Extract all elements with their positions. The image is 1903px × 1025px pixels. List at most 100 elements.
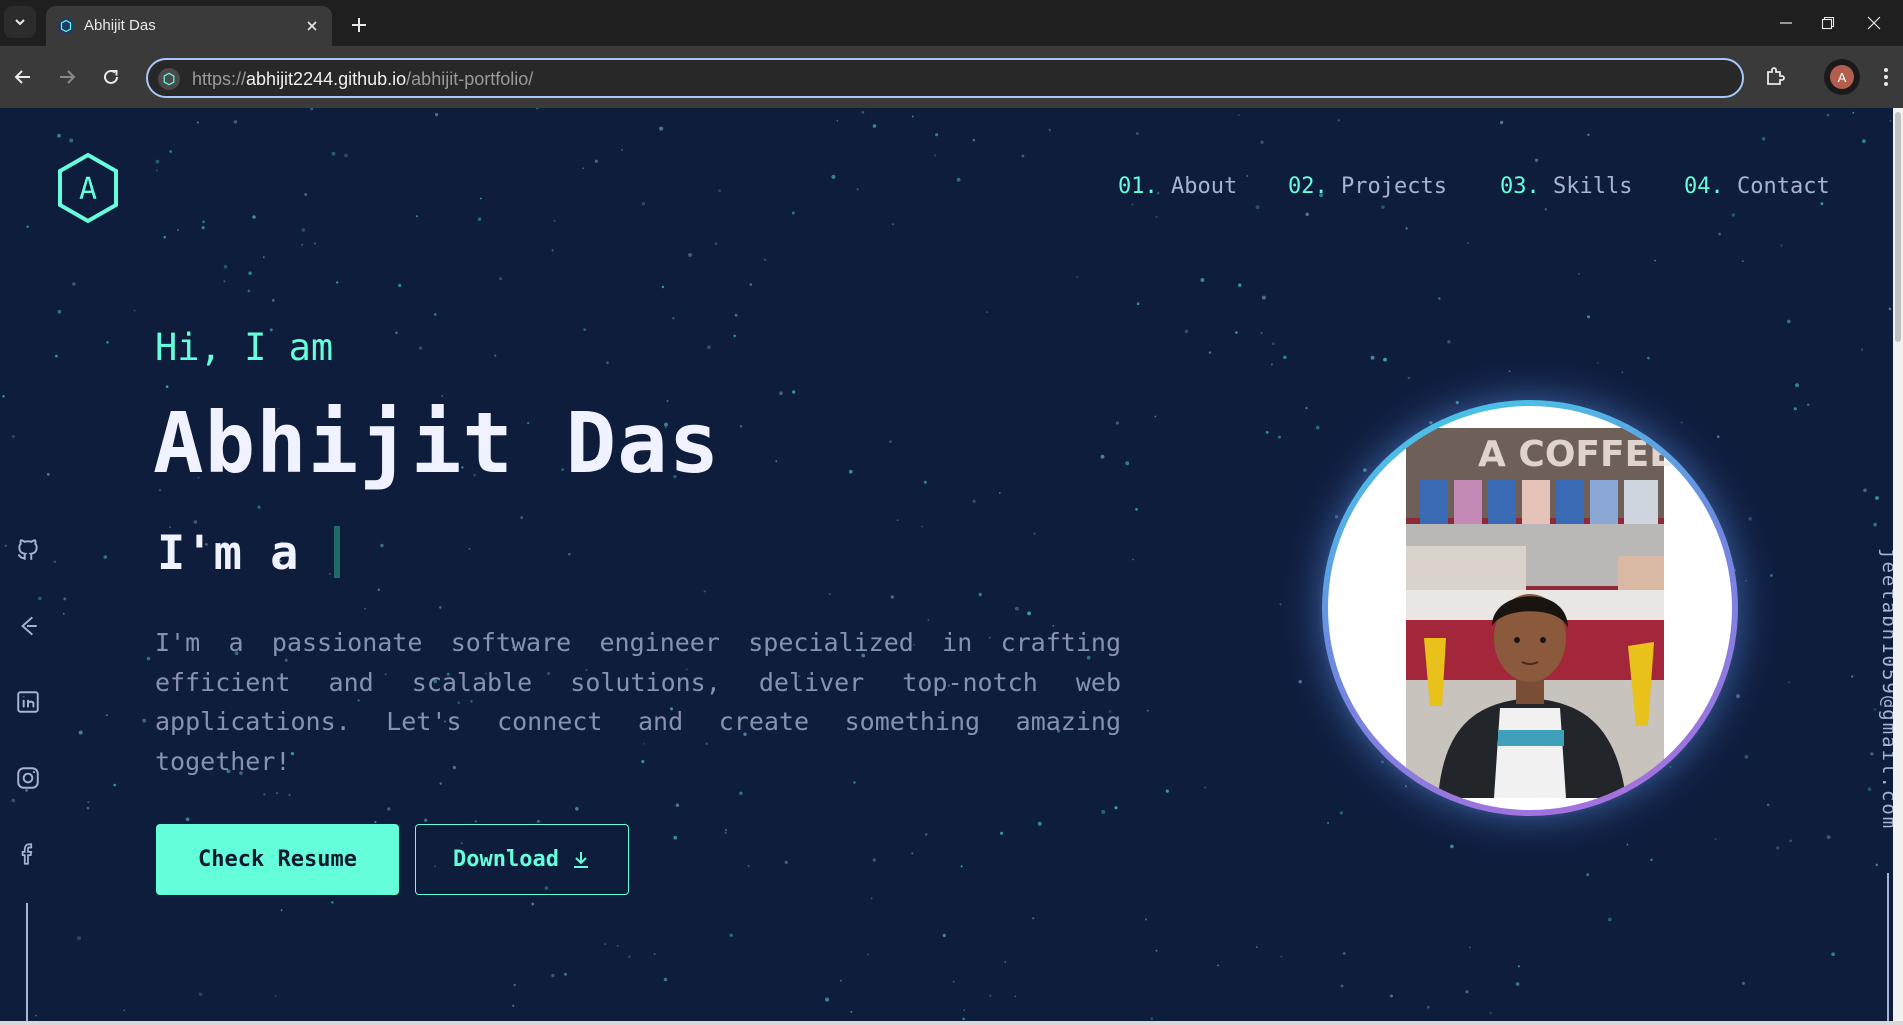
star-dot	[169, 150, 172, 153]
star-dot	[575, 807, 579, 811]
star-dot	[1515, 982, 1520, 986]
star-dot	[1246, 175, 1248, 177]
star-dot	[1874, 708, 1876, 711]
profile-photo-frame: A COFFEE	[1322, 400, 1738, 816]
star-dot	[1608, 917, 1612, 922]
star-dot	[927, 619, 930, 621]
facebook-link[interactable]	[12, 838, 44, 870]
address-bar[interactable]: https://abhijit2244.github.io/abhijit-po…	[146, 58, 1744, 98]
star-dot	[606, 361, 609, 364]
star-dot	[193, 520, 198, 524]
browser-tab-strip: Abhijit Das	[0, 0, 1903, 46]
star-dot	[1455, 401, 1459, 405]
window-close-button[interactable]	[1846, 0, 1902, 46]
star-dot	[387, 807, 391, 811]
star-dot	[123, 1009, 126, 1011]
star-dot	[1438, 297, 1441, 300]
instagram-icon	[17, 767, 39, 789]
url-host: abhijit2244.github.io	[246, 69, 407, 89]
star-dot	[262, 256, 265, 259]
star-dot	[962, 1017, 965, 1021]
star-dot	[1021, 154, 1025, 158]
star-dot	[724, 831, 727, 835]
star-dot	[921, 525, 923, 528]
star-dot	[439, 606, 442, 609]
reload-button[interactable]	[96, 62, 126, 92]
star-dot	[663, 977, 668, 982]
facebook-icon	[21, 843, 33, 865]
scrollbar-thumb[interactable]	[1895, 112, 1901, 342]
back-button[interactable]	[8, 62, 38, 92]
star-dot	[1820, 202, 1824, 206]
star-dot	[263, 793, 266, 796]
codepen-link[interactable]	[12, 610, 44, 642]
close-icon	[307, 21, 317, 31]
star-dot	[1831, 952, 1835, 956]
star-dot	[1136, 302, 1140, 305]
tab-close-button[interactable]	[302, 16, 322, 36]
star-dot	[310, 108, 314, 111]
star-dot	[177, 229, 179, 231]
star-dot	[724, 829, 727, 831]
nav-label: About	[1171, 174, 1238, 199]
star-dot	[675, 803, 680, 807]
star-dot	[998, 492, 1001, 494]
star-dot	[1200, 278, 1205, 282]
page-scrollbar[interactable]	[1893, 108, 1903, 1021]
star-dot	[72, 282, 76, 286]
nav-item-about[interactable]: 01. About	[1118, 174, 1237, 199]
check-resume-button[interactable]: Check Resume	[156, 824, 399, 895]
star-dot	[963, 1009, 966, 1011]
new-tab-button[interactable]	[346, 12, 372, 38]
nav-item-projects[interactable]: 02. Projects	[1288, 174, 1447, 199]
star-dot	[889, 440, 892, 443]
email-link[interactable]: jeetabh1059@gmail.com	[1878, 548, 1893, 830]
star-dot	[1788, 681, 1790, 684]
star-dot	[1217, 964, 1219, 967]
extensions-button[interactable]	[1760, 62, 1790, 92]
hero-name: Abhijit Das	[153, 394, 721, 492]
star-dot	[1256, 946, 1258, 948]
nav-item-skills[interactable]: 03. Skills	[1500, 174, 1632, 199]
star-dot	[1033, 532, 1036, 535]
site-info-icon[interactable]	[158, 68, 180, 90]
linkedin-link[interactable]	[12, 686, 44, 718]
star-dot	[198, 992, 203, 996]
star-dot	[202, 220, 205, 224]
star-dot	[1795, 383, 1799, 388]
browser-menu-button[interactable]	[1874, 62, 1898, 92]
star-dot	[1789, 839, 1792, 843]
star-dot	[1037, 821, 1042, 826]
url-path: /abhijit-portfolio/	[406, 69, 534, 89]
star-dot	[1650, 858, 1653, 862]
star-dot	[1146, 709, 1149, 712]
nav-item-contact[interactable]: 04. Contact	[1684, 174, 1830, 199]
browser-tab[interactable]: Abhijit Das	[46, 6, 332, 46]
star-dot	[604, 943, 607, 946]
profile-button[interactable]: A	[1824, 59, 1860, 95]
github-link[interactable]	[12, 534, 44, 566]
star-dot	[866, 953, 869, 956]
download-button[interactable]: Download	[415, 824, 629, 895]
instagram-link[interactable]	[12, 762, 44, 794]
star-dot	[257, 505, 261, 509]
forward-button[interactable]	[52, 62, 82, 92]
star-dot	[57, 309, 62, 314]
logo-icon[interactable]: A	[56, 152, 120, 224]
star-dot	[1875, 496, 1879, 500]
star-dot	[1363, 468, 1367, 472]
tab-search-button[interactable]	[4, 6, 36, 38]
star-dot	[1867, 787, 1872, 792]
star-dot	[972, 499, 976, 503]
star-dot	[775, 460, 778, 463]
star-dot	[1370, 355, 1375, 360]
star-dot	[1680, 421, 1683, 424]
star-dot	[784, 860, 788, 865]
star-dot	[86, 806, 90, 810]
star-dot	[1015, 606, 1019, 611]
star-dot	[1305, 406, 1308, 410]
star-dot	[896, 519, 899, 521]
star-dot	[380, 543, 384, 548]
star-dot	[839, 979, 842, 982]
star-dot	[374, 820, 377, 824]
